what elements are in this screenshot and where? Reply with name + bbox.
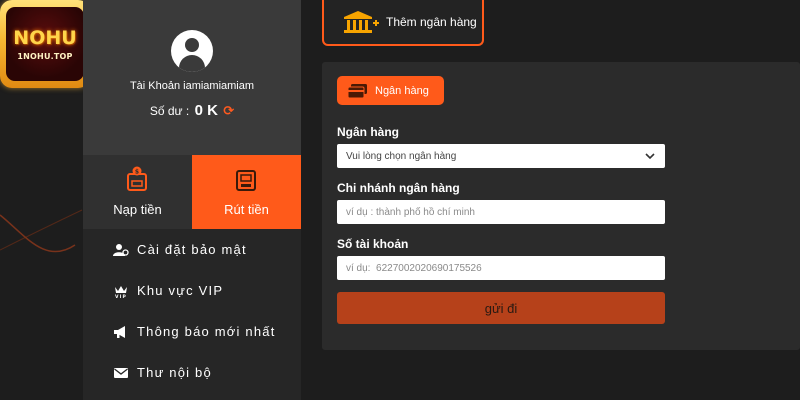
account-name: Tài Khoản iamiamiamiam bbox=[129, 80, 255, 92]
user-gear-icon bbox=[113, 243, 129, 257]
card-stack-icon bbox=[347, 83, 367, 98]
tab-bank-label: Ngân hàng bbox=[375, 84, 429, 97]
branch-field-label: Chi nhánh ngân hàng bbox=[337, 181, 460, 195]
sidebar-item-label: Thông báo mới nhất bbox=[137, 324, 276, 339]
logo-badge: NOHU 1NOHU.TOP bbox=[6, 7, 84, 81]
tab-bank[interactable]: Ngân hàng bbox=[337, 76, 444, 105]
bank-field-label: Ngân hàng bbox=[337, 125, 399, 139]
tab-deposit[interactable]: $ Nạp tiền bbox=[83, 155, 192, 229]
tab-deposit-label: Nạp tiền bbox=[113, 202, 162, 217]
svg-text:$: $ bbox=[135, 169, 139, 176]
add-bank-button[interactable]: Thêm ngân hàng bbox=[322, 0, 484, 46]
bank-select-value: Vui lòng chọn ngân hàng bbox=[346, 150, 457, 162]
chevron-down-icon bbox=[645, 153, 655, 160]
transaction-tabs: $ Nạp tiền Rút tiền bbox=[83, 155, 301, 229]
envelope-icon bbox=[113, 366, 129, 380]
balance-value: 0 K bbox=[194, 102, 218, 119]
sidebar-item-vip[interactable]: VIP Khu vực VIP bbox=[83, 270, 301, 311]
deposit-atm-icon: $ bbox=[127, 166, 147, 191]
submit-button[interactable]: gửi đi bbox=[337, 292, 665, 324]
vip-crown-icon: VIP bbox=[113, 284, 129, 298]
sidebar-menu: Cài đặt bảo mật VIP Khu vực VIP Thông bá… bbox=[83, 229, 301, 393]
account-number-input[interactable] bbox=[337, 256, 665, 280]
bank-plus-icon bbox=[344, 11, 379, 33]
add-bank-label: Thêm ngân hàng bbox=[386, 15, 477, 29]
svg-text:VIP: VIP bbox=[115, 294, 127, 298]
avatar bbox=[171, 30, 213, 72]
sidebar-item-notifications[interactable]: Thông báo mới nhất bbox=[83, 311, 301, 352]
sidebar-item-inbox[interactable]: Thư nội bộ bbox=[83, 352, 301, 393]
refresh-icon[interactable]: ⟳ bbox=[223, 103, 234, 118]
profile-card: Tài Khoản iamiamiamiam Số dư : 0 K ⟳ bbox=[83, 0, 301, 155]
balance: Số dư : 0 K ⟳ bbox=[83, 102, 301, 119]
bank-form-panel: Ngân hàng Ngân hàng Vui lòng chọn ngân h… bbox=[322, 62, 800, 350]
sidebar-item-security[interactable]: Cài đặt bảo mật bbox=[83, 229, 301, 270]
brand-logo[interactable]: NOHU 1NOHU.TOP bbox=[0, 0, 90, 88]
logo-domain: 1NOHU.TOP bbox=[17, 52, 73, 61]
tab-withdraw-label: Rút tiền bbox=[224, 202, 269, 217]
logo-text: NOHU bbox=[13, 27, 77, 49]
bank-select[interactable]: Vui lòng chọn ngân hàng bbox=[337, 144, 665, 168]
withdraw-atm-icon bbox=[236, 170, 256, 191]
branch-input[interactable] bbox=[337, 200, 665, 224]
tab-withdraw[interactable]: Rút tiền bbox=[192, 155, 301, 229]
sidebar-item-label: Cài đặt bảo mật bbox=[137, 242, 247, 257]
balance-label: Số dư : bbox=[149, 104, 190, 118]
sidebar: Tài Khoản iamiamiamiam Số dư : 0 K ⟳ $ N… bbox=[83, 0, 301, 400]
account-number-label: Số tài khoản bbox=[337, 237, 409, 251]
sidebar-item-label: Khu vực VIP bbox=[137, 283, 224, 298]
sidebar-item-label: Thư nội bộ bbox=[137, 365, 212, 380]
megaphone-icon bbox=[113, 325, 129, 339]
